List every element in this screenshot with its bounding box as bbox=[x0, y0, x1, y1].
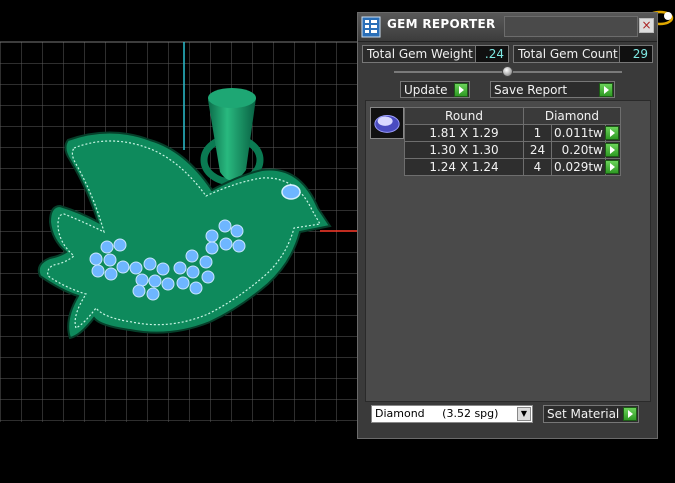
dropdown-arrow-icon[interactable]: ▼ bbox=[517, 407, 531, 421]
row-count: 1 bbox=[523, 124, 552, 142]
save-report-button[interactable]: Save Report bbox=[490, 81, 615, 98]
close-icon[interactable]: × bbox=[639, 18, 654, 33]
set-material-button-label: Set Material bbox=[547, 407, 620, 421]
row-select-button[interactable] bbox=[604, 141, 621, 159]
play-icon bbox=[604, 126, 619, 140]
slider-handle[interactable] bbox=[502, 66, 513, 77]
play-icon bbox=[604, 160, 619, 174]
title-bar[interactable]: GEM REPORTER × bbox=[358, 13, 657, 42]
gem-reporter-panel: GEM REPORTER × Total Gem Weight .24 Tota… bbox=[357, 12, 658, 439]
row-count: 24 bbox=[523, 141, 552, 159]
play-icon bbox=[599, 83, 613, 97]
row-size: 1.24 X 1.24 bbox=[404, 158, 524, 176]
set-material-button[interactable]: Set Material bbox=[543, 405, 639, 423]
panel-title: GEM REPORTER bbox=[387, 17, 496, 31]
material-spg: (3.52 spg) bbox=[442, 407, 499, 420]
total-gem-weight-value: .24 bbox=[475, 45, 509, 63]
row-size: 1.81 X 1.29 bbox=[404, 124, 524, 142]
row-select-button[interactable] bbox=[604, 124, 621, 142]
update-button-label: Update bbox=[404, 83, 448, 97]
play-icon bbox=[623, 407, 637, 421]
report-area: Round Diamond 1.81 X 1.29 1 0.011tw 1.30… bbox=[365, 100, 651, 402]
material-dropdown[interactable]: Diamond (3.52 spg) ▼ bbox=[371, 405, 533, 423]
bird-eye-gem[interactable] bbox=[281, 184, 301, 200]
material-name: Diamond bbox=[375, 407, 425, 420]
save-report-button-label: Save Report bbox=[494, 83, 568, 97]
column-header-shape: Round bbox=[404, 107, 524, 125]
report-icon bbox=[361, 16, 381, 38]
play-icon bbox=[604, 143, 619, 157]
title-bar-field bbox=[504, 16, 638, 37]
table-row[interactable]: 1.24 X 1.24 4 0.029tw bbox=[404, 158, 621, 176]
gem-report-table: Round Diamond 1.81 X 1.29 1 0.011tw 1.30… bbox=[404, 107, 621, 176]
column-header-material: Diamond bbox=[523, 107, 621, 125]
row-weight: 0.011tw bbox=[551, 124, 606, 142]
row-weight: 0.20tw bbox=[551, 141, 606, 159]
play-icon bbox=[454, 83, 468, 97]
total-gem-count-label: Total Gem Count bbox=[513, 45, 620, 63]
table-row[interactable]: 1.81 X 1.29 1 0.011tw bbox=[404, 124, 621, 142]
row-count: 4 bbox=[523, 158, 552, 176]
row-size: 1.30 X 1.30 bbox=[404, 141, 524, 159]
table-row[interactable]: 1.30 X 1.30 24 0.20tw bbox=[404, 141, 621, 159]
row-weight: 0.029tw bbox=[551, 158, 606, 176]
update-button[interactable]: Update bbox=[400, 81, 470, 98]
gem-thumbnail-icon[interactable] bbox=[370, 107, 404, 139]
total-gem-count-value: 29 bbox=[619, 45, 653, 63]
row-select-button[interactable] bbox=[604, 158, 621, 176]
